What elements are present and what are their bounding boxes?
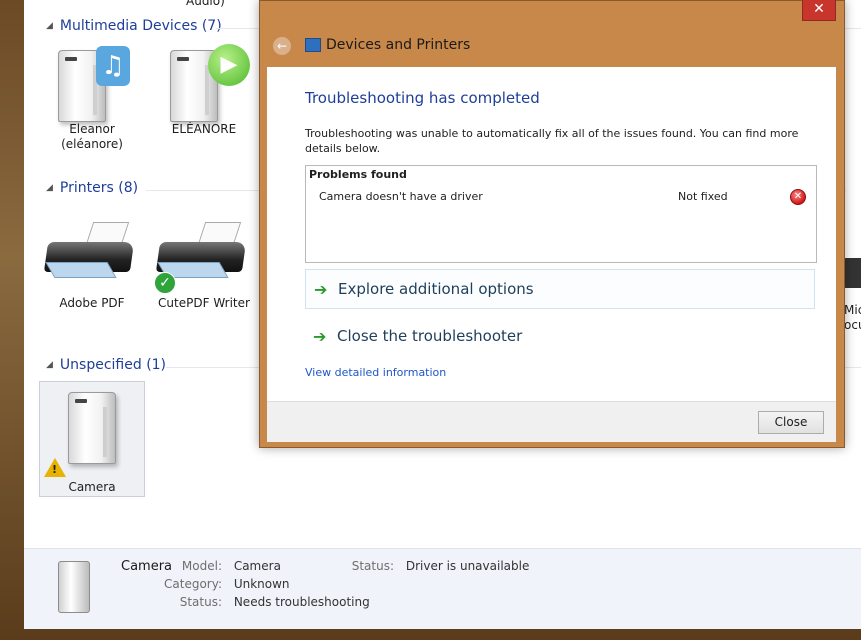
details-status-2: Status: Driver is unavailable xyxy=(344,559,530,573)
dialog-footer: Close xyxy=(267,401,836,442)
collapse-caret-icon[interactable]: ◢ xyxy=(46,21,53,31)
view-detailed-info-link[interactable]: View detailed information xyxy=(305,366,446,379)
close-troubleshooter-link[interactable]: ➔ Close the troubleshooter xyxy=(305,317,813,355)
devices-printers-icon xyxy=(305,38,321,52)
model-label: Model: xyxy=(181,559,222,573)
group-header-printers[interactable]: ◢ Printers (8) xyxy=(46,180,846,196)
back-arrow-icon[interactable]: ← xyxy=(273,37,291,55)
media-device-icon: ♫ xyxy=(40,40,144,122)
device-label: ELÉANORE xyxy=(171,122,237,136)
printer-icon xyxy=(40,214,144,296)
explore-options-label: Explore additional options xyxy=(338,280,534,298)
device-label: Eleanor (eléanore) xyxy=(61,122,123,151)
clipped-device-label: Mic xyxy=(844,303,861,317)
details-status: Status: Needs troubleshooting xyxy=(172,595,370,609)
play-icon: ▶ xyxy=(208,44,250,86)
clipped-device-label: Audio) xyxy=(186,0,225,8)
problems-header: Problems found xyxy=(309,168,407,181)
camera-device-icon: ! xyxy=(40,382,144,477)
device-camera[interactable]: ! Camera xyxy=(39,381,145,497)
model-value: Camera xyxy=(233,559,281,573)
warning-mark: ! xyxy=(52,463,58,476)
details-category: Category: Unknown xyxy=(157,577,290,591)
results-heading: Troubleshooting has completed xyxy=(305,89,540,107)
collapse-caret-icon[interactable]: ◢ xyxy=(46,183,53,193)
group-title: Printers (8) xyxy=(59,180,139,196)
status-label: Status: xyxy=(351,559,394,573)
device-eleanor[interactable]: ♫ Eleanor (eléanore) xyxy=(40,40,144,152)
problem-name[interactable]: Camera doesn't have a driver xyxy=(319,190,483,203)
close-troubleshooter-label: Close the troubleshooter xyxy=(337,327,523,345)
group-title: Multimedia Devices (7) xyxy=(59,18,222,34)
dialog-title: Devices and Printers xyxy=(326,37,471,53)
collapse-caret-icon[interactable]: ◢ xyxy=(46,360,53,370)
troubleshooter-dialog: ✕ ← Devices and Printers Troubleshooting… xyxy=(259,0,845,448)
status-value: Driver is unavailable xyxy=(405,559,530,573)
default-checkmark-icon: ✓ xyxy=(154,272,176,294)
camera-device-icon xyxy=(58,561,90,613)
details-device-name: Camera xyxy=(121,559,173,574)
green-arrow-icon: ➔ xyxy=(313,326,327,346)
explore-options-link[interactable]: ➔ Explore additional options xyxy=(305,269,815,309)
device-label: Adobe PDF xyxy=(59,296,125,310)
status-label: Status: xyxy=(179,595,222,609)
printer-adobe-pdf[interactable]: Adobe PDF xyxy=(40,214,144,311)
group-header-unspecified[interactable]: ◢ Unspecified (1) xyxy=(46,357,861,373)
device-label: CutePDF Writer xyxy=(158,296,250,310)
error-icon: ✕ xyxy=(790,189,806,205)
group-title: Unspecified (1) xyxy=(59,357,167,373)
music-note-icon: ♫ xyxy=(96,46,130,86)
device-label: Camera xyxy=(68,480,116,494)
group-header-multimedia[interactable]: ◢ Multimedia Devices (7) xyxy=(46,18,861,34)
problem-status: Not fixed xyxy=(678,190,728,203)
printer-icon: ✓ xyxy=(152,214,256,296)
category-label: Category: xyxy=(164,577,222,591)
category-value: Unknown xyxy=(233,577,290,591)
details-model: Model: Camera xyxy=(172,559,281,573)
status-value: Needs troubleshooting xyxy=(233,595,370,609)
details-pane: Camera Model: Camera Category: Unknown S… xyxy=(24,548,861,629)
results-description: Troubleshooting was unable to automatica… xyxy=(305,127,799,155)
device-eleanore[interactable]: ▶ ELÉANORE xyxy=(152,40,256,137)
dialog-content: Troubleshooting has completed Troublesho… xyxy=(267,67,836,442)
green-arrow-icon: ➔ xyxy=(314,279,328,299)
problems-list: Problems found Camera doesn't have a dri… xyxy=(305,165,817,263)
printer-cutepdf[interactable]: ✓ CutePDF Writer xyxy=(152,214,256,311)
close-button[interactable]: Close xyxy=(758,411,824,434)
clipped-device-label: ocu xyxy=(844,318,861,332)
media-device-icon: ▶ xyxy=(152,40,256,122)
close-window-button[interactable]: ✕ xyxy=(802,0,836,21)
